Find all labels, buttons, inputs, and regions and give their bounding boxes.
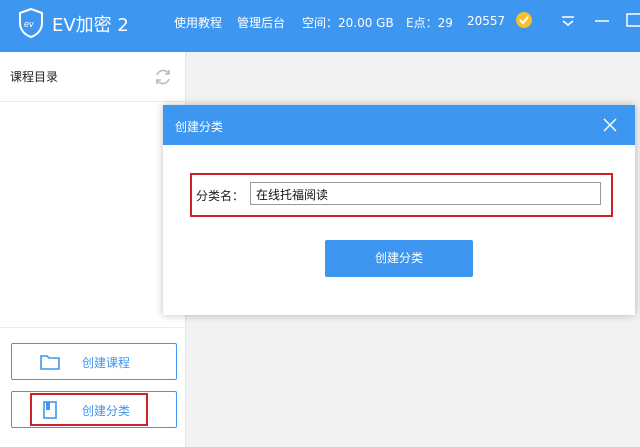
category-name-input[interactable]: 在线托福阅读 (250, 182, 601, 205)
folder-icon (40, 355, 60, 370)
highlight-box (30, 393, 148, 426)
sidebar-header: 课程目录 (0, 52, 186, 102)
course-directory-title: 课程目录 (10, 70, 59, 84)
refresh-icon[interactable] (152, 66, 174, 88)
user-id-text: 20557 (467, 14, 506, 28)
vip-coin-icon[interactable] (516, 12, 532, 28)
close-icon[interactable] (601, 116, 619, 134)
epoints-text: E点：29 (406, 16, 453, 30)
category-name-label: 分类名： (196, 189, 245, 203)
submit-create-category-button[interactable]: 创建分类 (325, 240, 473, 277)
app-title: EV加密 2 (52, 15, 129, 36)
dropdown-menu-icon[interactable] (558, 10, 578, 30)
dialog-header: 创建分类 (163, 105, 635, 145)
admin-link[interactable]: 管理后台 (237, 14, 285, 31)
title-bar: ev EV加密 2 使用教程 管理后台 空间：20.00 GB E点：29 20… (0, 0, 640, 52)
sidebar-divider (0, 327, 186, 328)
create-category-dialog: 创建分类 分类名： 在线托福阅读 创建分类 (163, 105, 635, 315)
ev-shield-logo-icon: ev (19, 8, 43, 38)
create-course-button[interactable]: 创建课程 (11, 343, 177, 380)
storage-space-text: 空间：20.00 GB (302, 16, 394, 30)
sidebar: 课程目录 创建课程 创建分类 (0, 52, 186, 447)
tutorial-link[interactable]: 使用教程 (174, 14, 222, 31)
minimize-icon[interactable] (592, 10, 612, 30)
maximize-icon[interactable] (624, 10, 640, 30)
create-course-label: 创建课程 (82, 356, 131, 370)
dialog-title: 创建分类 (175, 120, 224, 134)
svg-text:ev: ev (24, 19, 34, 29)
